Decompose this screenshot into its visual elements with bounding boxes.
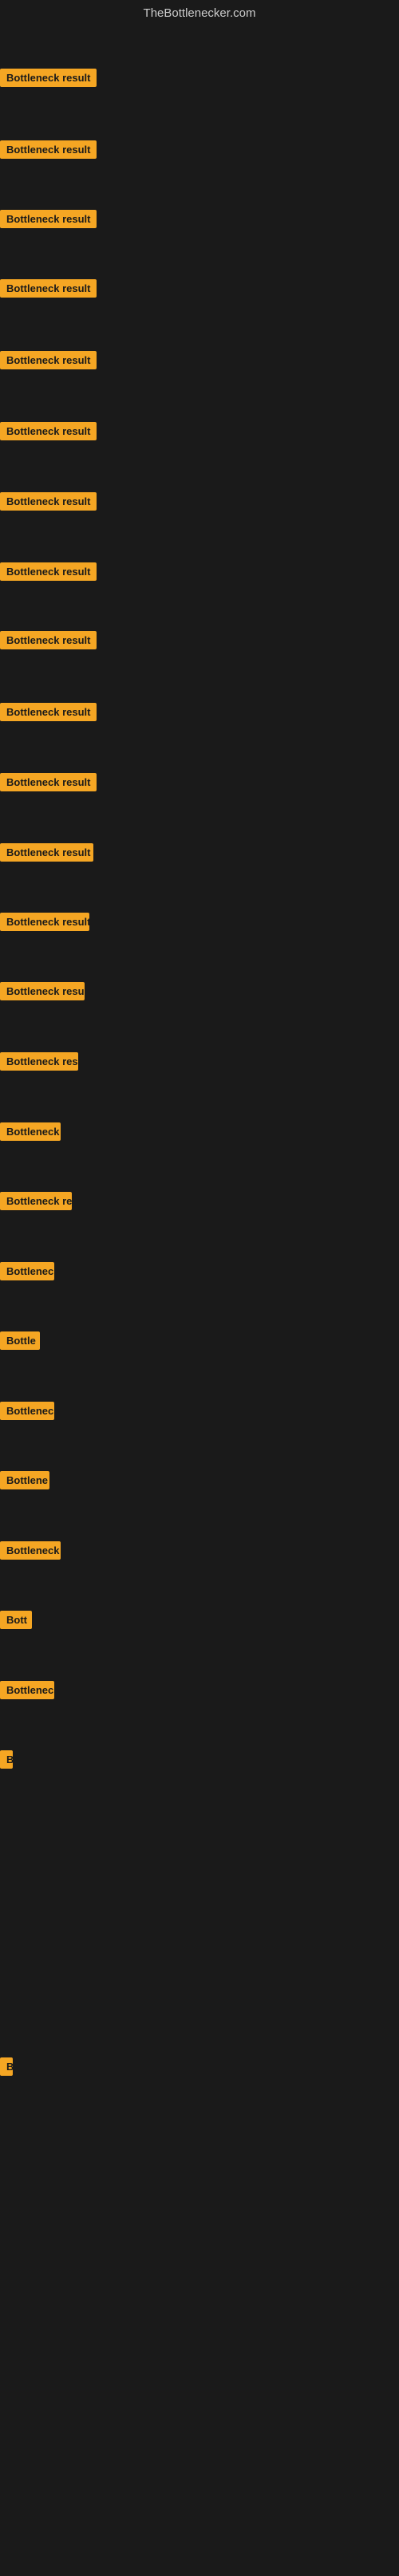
bottleneck-result-item[interactable]: B bbox=[0, 2057, 13, 2080]
bottleneck-badge: Bottleneck result bbox=[0, 422, 97, 440]
bottleneck-result-item[interactable]: Bottleneck res bbox=[0, 1192, 72, 1214]
bottleneck-badge: Bottleneck result bbox=[0, 279, 97, 298]
bottleneck-badge: B bbox=[0, 1750, 13, 1769]
bottleneck-badge: Bottleneck result bbox=[0, 351, 97, 369]
bottleneck-result-item[interactable]: Bottleneck result bbox=[0, 422, 97, 444]
bottleneck-badge: Bottleneck result bbox=[0, 843, 93, 862]
bottleneck-badge: Bottlenec bbox=[0, 1681, 54, 1699]
bottleneck-badge: Bottleneck result bbox=[0, 631, 97, 649]
bottleneck-badge: Bottle bbox=[0, 1331, 40, 1350]
bottleneck-badge: Bottleneck result bbox=[0, 140, 97, 159]
bottleneck-badge: Bottleneck bbox=[0, 1541, 61, 1560]
bottleneck-badge: Bottlenec bbox=[0, 1402, 54, 1420]
bottleneck-badge: Bottleneck result bbox=[0, 562, 97, 581]
bottleneck-badge: B bbox=[0, 2057, 13, 2076]
bottleneck-result-item[interactable]: Bottlene bbox=[0, 1471, 49, 1493]
bottleneck-result-item[interactable]: Bott bbox=[0, 1611, 32, 1633]
bottleneck-result-item[interactable]: B bbox=[0, 1750, 13, 1773]
bottleneck-badge: Bottlenec bbox=[0, 1262, 54, 1280]
bottleneck-result-item[interactable]: Bottleneck result bbox=[0, 140, 97, 163]
bottleneck-result-item[interactable]: Bottleneck result bbox=[0, 210, 97, 232]
bottleneck-result-item[interactable]: Bottle bbox=[0, 1331, 40, 1354]
bottleneck-result-item[interactable]: Bottleneck result bbox=[0, 351, 97, 373]
bottleneck-result-item[interactable]: Bottleneck result bbox=[0, 562, 97, 585]
bottleneck-badge: Bottleneck resu bbox=[0, 1052, 78, 1071]
bottleneck-result-item[interactable]: Bottleneck result bbox=[0, 279, 97, 302]
bottleneck-badge: Bottleneck bbox=[0, 1122, 61, 1141]
bottleneck-result-item[interactable]: Bottleneck bbox=[0, 1541, 61, 1564]
bottleneck-badge: Bottleneck result bbox=[0, 703, 97, 721]
bottleneck-result-item[interactable]: Bottleneck resu bbox=[0, 1052, 78, 1075]
bottleneck-result-item[interactable]: Bottleneck result bbox=[0, 982, 85, 1004]
site-title: TheBottlenecker.com bbox=[144, 6, 256, 20]
bottleneck-badge: Bott bbox=[0, 1611, 32, 1629]
bottleneck-result-item[interactable]: Bottlenec bbox=[0, 1402, 54, 1424]
bottleneck-result-item[interactable]: Bottleneck result bbox=[0, 773, 97, 795]
bottleneck-badge: Bottleneck result bbox=[0, 210, 97, 228]
bottleneck-badge: Bottleneck result bbox=[0, 773, 97, 791]
bottleneck-result-item[interactable]: Bottleneck result bbox=[0, 843, 93, 866]
bottleneck-result-item[interactable]: Bottlenec bbox=[0, 1262, 54, 1284]
bottleneck-badge: Bottleneck result bbox=[0, 69, 97, 87]
bottleneck-result-item[interactable]: Bottlenec bbox=[0, 1681, 54, 1703]
bottleneck-badge: Bottleneck result bbox=[0, 913, 89, 931]
bottleneck-badge: Bottleneck result bbox=[0, 492, 97, 511]
bottleneck-result-item[interactable]: Bottleneck result bbox=[0, 631, 97, 653]
bottleneck-result-item[interactable]: Bottleneck result bbox=[0, 492, 97, 515]
bottleneck-badge: Bottlene bbox=[0, 1471, 49, 1489]
bottleneck-result-item[interactable]: Bottleneck result bbox=[0, 703, 97, 725]
bottleneck-result-item[interactable]: Bottleneck result bbox=[0, 913, 89, 935]
bottleneck-result-item[interactable]: Bottleneck result bbox=[0, 69, 97, 91]
site-header: TheBottlenecker.com bbox=[0, 0, 399, 23]
bottleneck-badge: Bottleneck result bbox=[0, 982, 85, 1000]
bottleneck-badge: Bottleneck res bbox=[0, 1192, 72, 1210]
bottleneck-result-item[interactable]: Bottleneck bbox=[0, 1122, 61, 1145]
